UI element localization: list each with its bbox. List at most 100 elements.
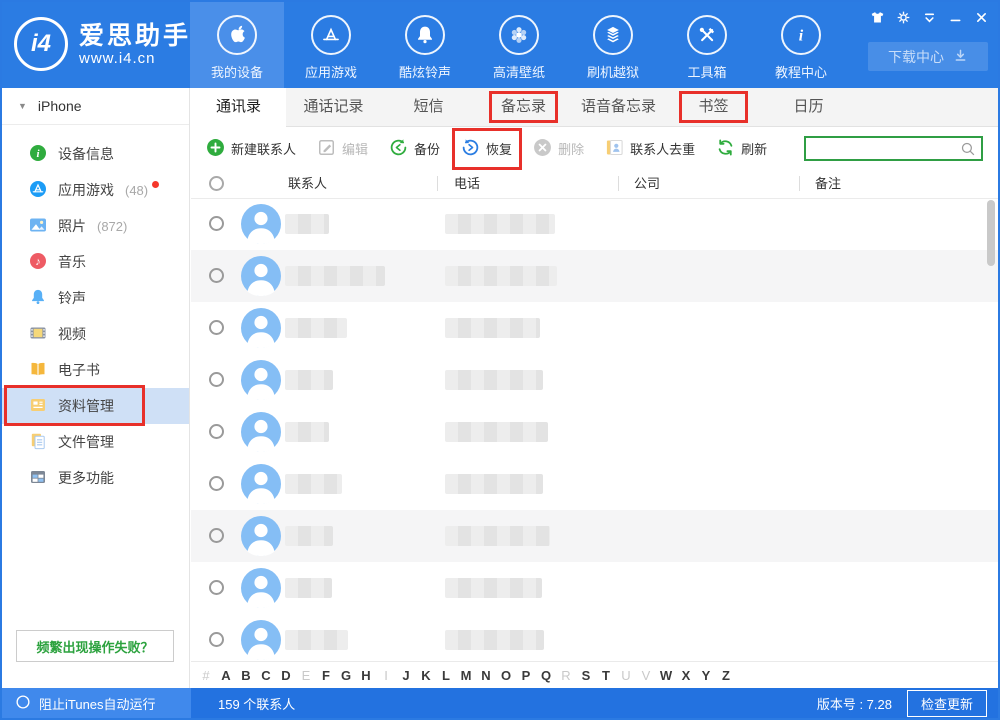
row-select-radio[interactable] xyxy=(209,476,224,491)
sidebar-item-label: 音乐 xyxy=(58,252,86,272)
index-letter-J[interactable]: J xyxy=(396,668,416,683)
index-letter-Z[interactable]: Z xyxy=(716,668,736,683)
row-select-radio[interactable] xyxy=(209,632,224,647)
index-letter-T[interactable]: T xyxy=(596,668,616,683)
contact-avatar-icon xyxy=(241,204,281,244)
index-letter-C[interactable]: C xyxy=(256,668,276,683)
tab-2[interactable]: 短信 xyxy=(381,88,476,126)
tab-3[interactable]: 备忘录 xyxy=(476,88,571,126)
row-select-radio[interactable] xyxy=(209,372,224,387)
device-name: iPhone xyxy=(38,98,82,114)
index-letter-K[interactable]: K xyxy=(416,668,436,683)
scrollbar-thumb[interactable] xyxy=(987,200,995,266)
toolbar-refresh-button[interactable]: 刷新 xyxy=(716,138,767,160)
index-letter-M[interactable]: M xyxy=(456,668,476,683)
masked-contact-name xyxy=(285,630,348,650)
toolbar-backup-button[interactable]: 备份 xyxy=(389,138,440,160)
settings-button[interactable] xyxy=(890,4,916,30)
row-select-radio[interactable] xyxy=(209,216,224,231)
toolbar-delete-button[interactable]: 删除 xyxy=(533,138,584,160)
nav-item-tutorial[interactable]: i 教程中心 xyxy=(754,2,848,88)
index-letter-H[interactable]: H xyxy=(356,668,376,683)
nav-item-apple[interactable]: 我的设备 xyxy=(190,2,284,88)
index-letter-N[interactable]: N xyxy=(476,668,496,683)
contact-row[interactable] xyxy=(191,250,998,302)
index-letter-G[interactable]: G xyxy=(336,668,356,683)
tab-1[interactable]: 通话记录 xyxy=(286,88,381,126)
index-letter-Y[interactable]: Y xyxy=(696,668,716,683)
nav-item-bell[interactable]: 酷炫铃声 xyxy=(378,2,472,88)
sidebar-item-more[interactable]: 更多功能 xyxy=(2,460,189,496)
toolbar-add-button[interactable]: 新建联系人 xyxy=(206,138,296,160)
index-letter-O[interactable]: O xyxy=(496,668,516,683)
index-letter-X[interactable]: X xyxy=(676,668,696,683)
contact-row[interactable] xyxy=(191,562,998,614)
index-letter-D[interactable]: D xyxy=(276,668,296,683)
toolbar-restore-button[interactable]: 恢复 xyxy=(461,138,512,160)
video-icon xyxy=(29,324,47,345)
nav-item-appstore[interactable]: 应用游戏 xyxy=(284,2,378,88)
search-input[interactable] xyxy=(806,141,960,156)
index-letter-B[interactable]: B xyxy=(236,668,256,683)
nav-item-toolbox[interactable]: 工具箱 xyxy=(660,2,754,88)
sidebar-item-label: 更多功能 xyxy=(58,468,114,488)
toolbar-edit-button[interactable]: 编辑 xyxy=(317,138,368,160)
masked-contact-name xyxy=(285,318,347,338)
index-letter-P[interactable]: P xyxy=(516,668,536,683)
close-button[interactable] xyxy=(968,4,994,30)
minimize-button[interactable] xyxy=(942,4,968,30)
row-select-radio[interactable] xyxy=(209,528,224,543)
tab-0[interactable]: 通讯录 xyxy=(191,88,286,126)
data-icon xyxy=(29,396,47,417)
index-letter-S[interactable]: S xyxy=(576,668,596,683)
nav-label: 刷机越狱 xyxy=(587,62,639,81)
row-select-radio[interactable] xyxy=(209,424,224,439)
operation-failed-help-button[interactable]: 频繁出现操作失败？ xyxy=(16,630,174,662)
contact-row[interactable] xyxy=(191,354,998,406)
sidebar-item-data[interactable]: 资料管理 xyxy=(2,388,189,424)
sidebar-item-info[interactable]: i 设备信息 xyxy=(2,136,189,172)
check-update-button[interactable]: 检查更新 xyxy=(907,690,987,717)
toolbar-dedupe-button[interactable]: 联系人去重 xyxy=(605,138,695,160)
contact-row[interactable] xyxy=(191,406,998,458)
index-letter-L[interactable]: L xyxy=(436,668,456,683)
backup-icon xyxy=(389,138,408,160)
tab-5[interactable]: 书签 xyxy=(666,88,761,126)
device-selector[interactable]: ▼ iPhone xyxy=(2,88,189,125)
row-select-radio[interactable] xyxy=(209,580,224,595)
nav-item-wallpaper[interactable]: 高清壁纸 xyxy=(472,2,566,88)
index-letter-W[interactable]: W xyxy=(656,668,676,683)
row-select-radio[interactable] xyxy=(209,320,224,335)
select-all-radio[interactable] xyxy=(209,176,224,191)
contact-row[interactable] xyxy=(191,458,998,510)
index-letter-A[interactable]: A xyxy=(216,668,236,683)
sidebar-item-label: 设备信息 xyxy=(58,144,114,164)
sidebar-item-music[interactable]: ♪ 音乐 xyxy=(2,244,189,280)
sidebar-item-label: 视频 xyxy=(58,324,86,344)
tab-4[interactable]: 语音备忘录 xyxy=(571,88,666,126)
download-center-button[interactable]: 下载中心 xyxy=(868,42,988,71)
masked-contact-name xyxy=(285,422,329,442)
sidebar-item-book[interactable]: 电子书 xyxy=(2,352,189,388)
toolbar-button-label: 删除 xyxy=(558,139,584,158)
contact-row[interactable] xyxy=(191,614,998,662)
index-letter-F[interactable]: F xyxy=(316,668,336,683)
delete-icon xyxy=(533,138,552,160)
contact-row[interactable] xyxy=(191,510,998,562)
sidebar-item-video[interactable]: 视频 xyxy=(2,316,189,352)
index-letter-Q[interactable]: Q xyxy=(536,668,556,683)
sidebar-item-photo[interactable]: 照片 (872) xyxy=(2,208,189,244)
sidebar-item-appstore-blue[interactable]: 应用游戏 (48) xyxy=(2,172,189,208)
theme-button[interactable] xyxy=(864,4,890,30)
block-itunes-toggle[interactable]: 阻止iTunes自动运行 xyxy=(2,688,191,718)
sidebar-item-file[interactable]: 文件管理 xyxy=(2,424,189,460)
tab-6[interactable]: 日历 xyxy=(761,88,856,126)
contact-row[interactable] xyxy=(191,198,998,250)
more-icon xyxy=(29,468,47,489)
app-subtitle: www.i4.cn xyxy=(79,50,191,67)
row-select-radio[interactable] xyxy=(209,268,224,283)
contact-row[interactable] xyxy=(191,302,998,354)
nav-item-jailbreak[interactable]: 刷机越狱 xyxy=(566,2,660,88)
sidebar-item-bell-blue[interactable]: 铃声 xyxy=(2,280,189,316)
minimize-to-tray-button[interactable] xyxy=(916,4,942,30)
